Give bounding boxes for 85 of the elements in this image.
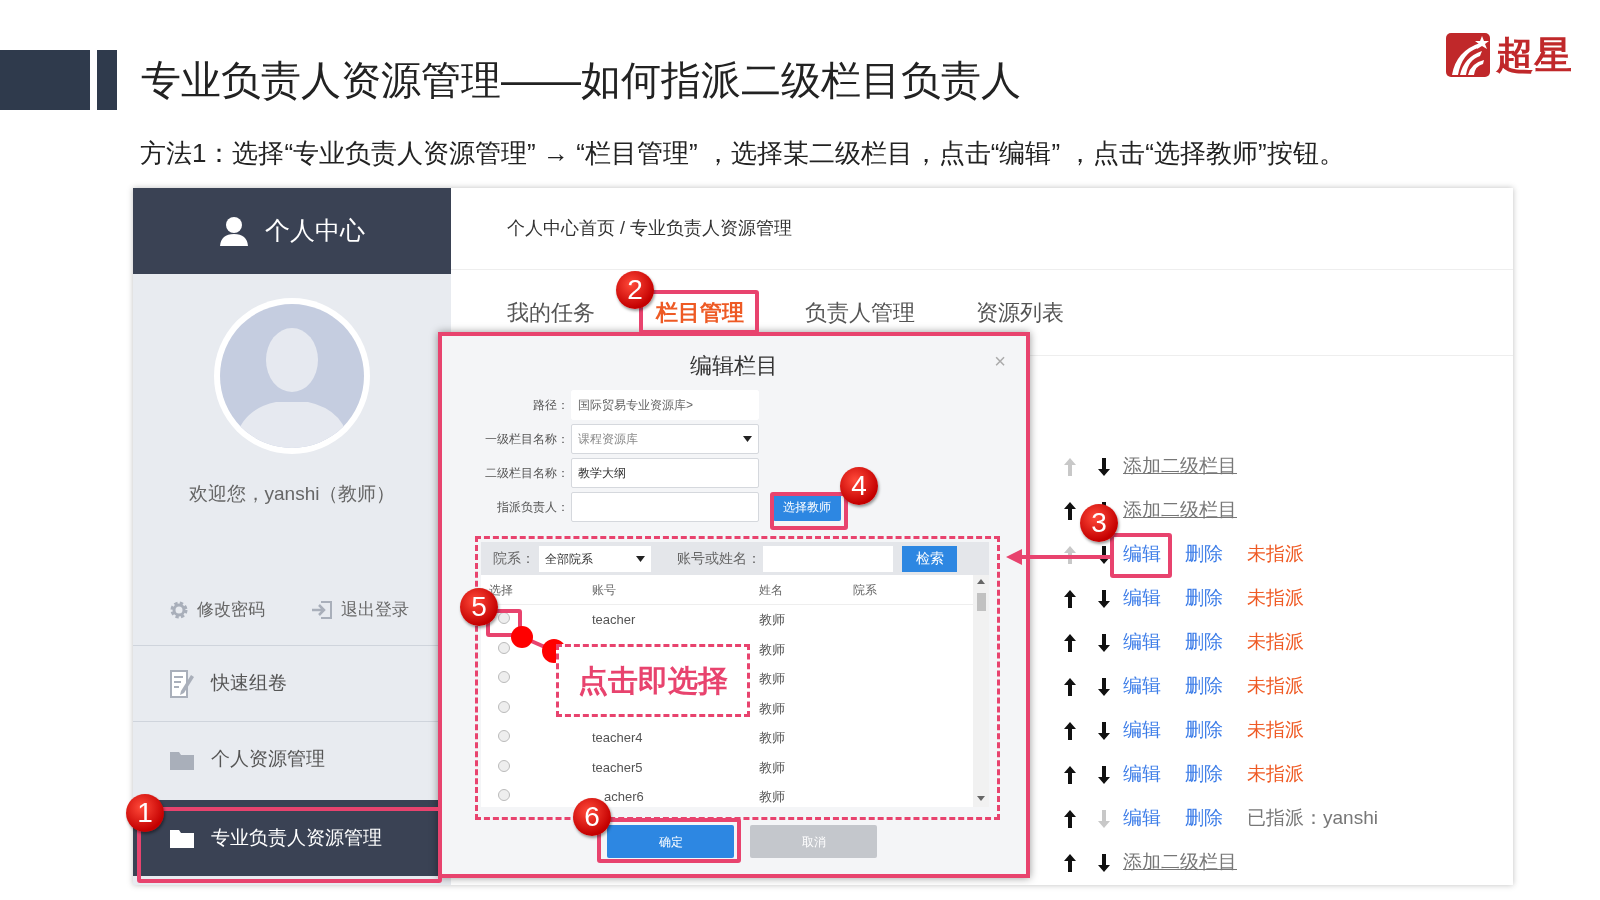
status-text: 未指派 [1247,717,1304,742]
column-header: 账号 [591,581,617,599]
exit-icon [311,600,333,620]
highlight-frame [1110,533,1172,578]
field-label: 一级栏目名称： [484,431,570,448]
input-field[interactable] [571,492,759,522]
table-cell: 教师 [759,641,785,657]
edit-link[interactable]: 编辑 [1123,759,1161,789]
table-cell: 教师 [759,700,785,716]
radio-button[interactable] [498,789,510,801]
field-label: 指派负责人： [496,499,570,516]
radio-button[interactable] [498,671,510,683]
dialog-title: 编辑栏目 [689,352,779,380]
add-subcolumn-link[interactable]: 添加二级栏目 [1123,495,1237,525]
radio-button[interactable] [498,759,510,772]
delete-link[interactable]: 删除 [1185,539,1223,569]
radio-button[interactable] [498,730,510,742]
tab[interactable]: 我的任务 [507,296,595,329]
caret-icon [636,555,645,562]
logout-link[interactable]: 退出登录 [341,597,409,623]
change-password-link[interactable]: 修改密码 [197,597,265,623]
status-text: 未指派 [1247,761,1304,786]
delete-link[interactable]: 删除 [1185,671,1223,701]
sidebar-title: 个人中心 [265,215,365,247]
table-cell: 教师 [759,730,785,745]
input-field[interactable]: 教学大纲 [571,458,759,488]
status-text: 未指派 [1247,673,1304,698]
logo-icon [1446,33,1490,77]
gear-icon [169,600,189,620]
user-icon [219,216,249,246]
edit-link[interactable]: 编辑 [1123,627,1161,657]
delete-link[interactable]: 删除 [1185,583,1223,613]
confirm-button[interactable]: 确定 [607,825,734,858]
delete-link[interactable]: 删除 [1185,715,1223,745]
add-subcolumn-link[interactable]: 添加二级栏目 [1123,847,1237,877]
edit-link[interactable]: 编辑 [1123,803,1161,833]
welcome-text: 欢迎您，yanshi（教师） [187,482,397,506]
search-field[interactable] [763,545,893,572]
tab[interactable]: 资源列表 [976,296,1064,329]
callout: 点击即选择 [556,644,750,717]
delete-link[interactable]: 删除 [1185,627,1223,657]
edit-link[interactable]: 编辑 [1123,583,1161,613]
field-label: 路径： [532,397,570,414]
column-header: 姓名 [759,581,784,599]
step-number-badge: 1 [126,794,164,832]
table-cell: teacher [592,612,636,627]
delete-link[interactable]: 删除 [1185,759,1223,789]
slide-title: 专业负责人资源管理——如何指派二级栏目负责人 [141,57,1021,104]
edit-link[interactable]: 编辑 [1123,539,1161,569]
status-text: 未指派 [1247,585,1304,610]
table-cell: teacher5 [592,759,643,775]
edit-link[interactable]: 编辑 [1123,715,1161,745]
status-text: 未指派 [1247,541,1304,566]
caret-icon [743,436,752,442]
scrollbar[interactable] [973,575,989,807]
add-subcolumn-link[interactable]: 添加二级栏目 [1123,451,1237,481]
tab[interactable]: 栏目管理 [656,296,744,329]
path-text: 国际贸易专业资源库> [571,390,759,420]
field-label: 二级栏目名称： [484,465,570,482]
table-cell: 教师 [759,671,785,686]
table-cell: 教师 [759,759,785,775]
filter-label: 院系： [493,549,535,568]
search-button[interactable]: 检索 [902,545,957,572]
breadcrumb: 个人中心首页 / 专业负责人资源管理 [507,217,792,240]
edit-link[interactable]: 编辑 [1123,671,1161,701]
department-select[interactable]: 全部院系 [539,545,651,572]
document-edit-icon [169,668,195,699]
filter-label: 账号或姓名： [677,549,761,568]
column-header: 院系 [853,581,877,599]
status-text: 已指派：yanshi [1247,805,1378,830]
folder-icon [169,827,195,849]
logo-text: 超星 [1496,31,1572,79]
close-button[interactable]: × [994,346,1006,376]
radio-button[interactable] [498,641,510,654]
table-cell: 教师 [759,789,785,804]
tab[interactable]: 负责人管理 [805,296,915,329]
slide-subtitle: 方法1：选择“专业负责人资源管理” → “栏目管理” ，选择某二级栏目，点击“编辑” ，点击“选择教师”按钮。 [139,137,1346,170]
radio-button[interactable] [498,700,510,713]
delete-link[interactable]: 删除 [1185,803,1223,833]
header-block [97,50,117,110]
table-cell: teacher4 [592,730,643,745]
status-text: 未指派 [1247,629,1304,654]
avatar-icon [214,298,370,454]
select-field[interactable]: 课程资源库 [571,424,759,454]
table-cell: 教师 [759,612,785,627]
